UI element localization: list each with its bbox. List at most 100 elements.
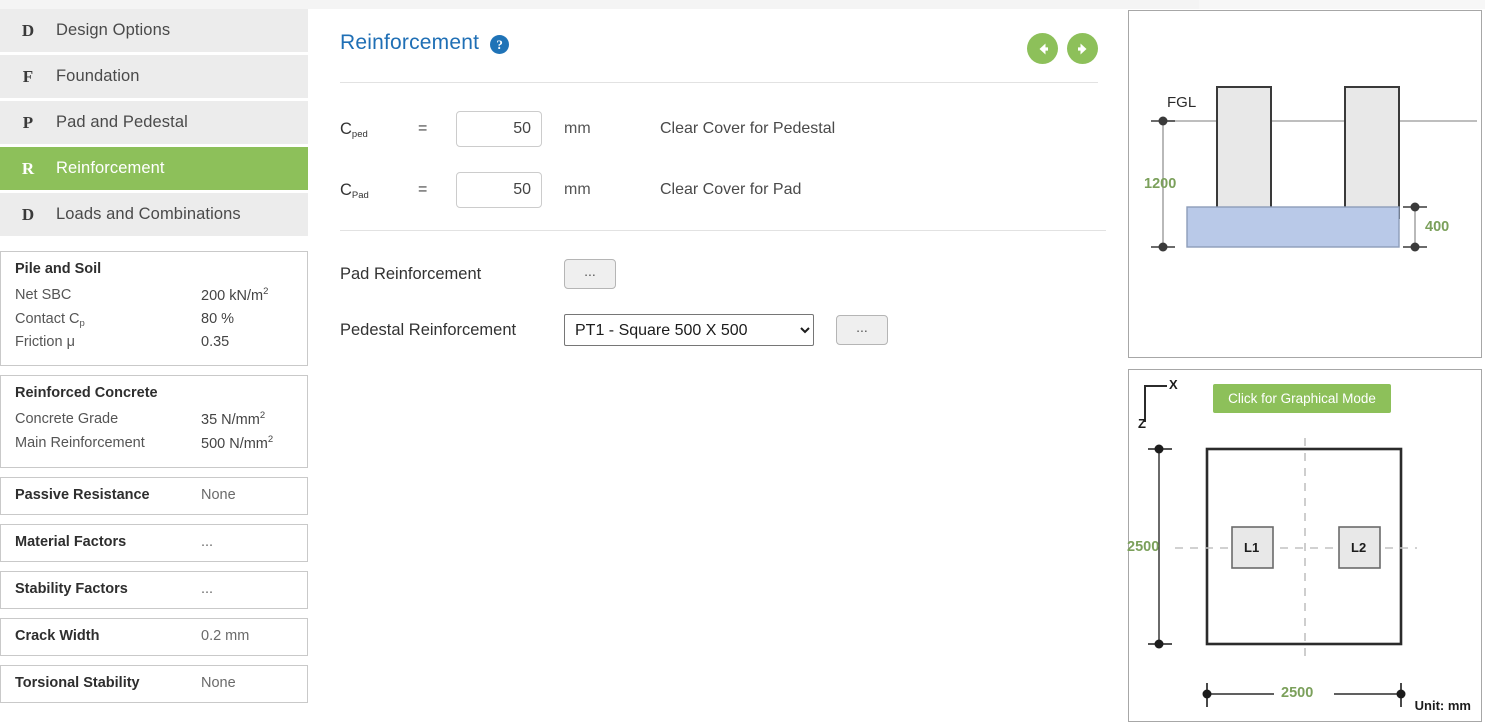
sidebar-item-label: Pad and Pedestal — [56, 113, 188, 131]
field-symbol: Cped — [340, 119, 368, 140]
unit-note: Unit: mm — [1414, 698, 1471, 713]
card-row-value: 200 kN/m2 — [201, 286, 269, 304]
sidebar-item-label: Reinforcement — [56, 159, 165, 177]
sidebar-item-label: Loads and Combinations — [56, 205, 241, 223]
page-title: Reinforcement — [340, 31, 480, 54]
card-passive-resistance[interactable]: Passive Resistance None — [0, 477, 308, 516]
sidebar-item-letter: P — [22, 112, 34, 132]
pedestal-reinforcement-label: Pedestal Reinforcement — [340, 320, 517, 339]
superscript: 2 — [259, 410, 266, 422]
card-value: None — [201, 487, 236, 504]
card-row-key: Main Reinforcement — [15, 435, 145, 452]
card-title: Pile and Soil — [15, 261, 102, 277]
sidebar-item-label: Foundation — [56, 67, 140, 85]
pad-reinforcement-options-button[interactable]: ... — [564, 259, 616, 289]
sidebar-item-design-options[interactable]: D Design Options — [0, 9, 308, 52]
sidebar-item-foundation[interactable]: F Foundation — [0, 55, 308, 98]
equals-sign: = — [418, 181, 428, 198]
pedestal-label-l1: L1 — [1244, 540, 1260, 555]
subscript: ped — [351, 128, 368, 140]
top-strip-right — [1199, 0, 1485, 9]
row-pedestal-reinforcement: Pedestal Reinforcement PT1 - Square 500 … — [340, 310, 1098, 350]
card-row-value: 80 % — [201, 311, 235, 328]
superscript: 2 — [267, 434, 274, 446]
card-row: Net SBC 200 kN/m2 — [15, 284, 293, 308]
card-row-key: Contact Cp — [15, 311, 85, 330]
axis-x-label: X — [1169, 377, 1178, 392]
pedestal-reinforcement-options-button[interactable]: ... — [836, 315, 888, 345]
card-value: None — [201, 675, 236, 692]
card-stability-factors[interactable]: Stability Factors ... — [0, 571, 308, 610]
sidebar-nav: D Design Options F Foundation P Pad and … — [0, 9, 308, 236]
plan-diagram[interactable]: X Z Click for Graphical Mode L1 L2 2500 … — [1127, 369, 1482, 722]
field-row-clear-cover-pad: CPad = mm Clear Cover for Pad — [340, 169, 1098, 211]
navigation-arrows — [1027, 33, 1098, 64]
card-row-key: Concrete Grade — [15, 411, 119, 428]
card-row: Contact Cp 80 % — [15, 308, 293, 331]
card-row-value: 35 N/mm2 — [201, 410, 266, 429]
sidebar-item-loads-and-combinations[interactable]: D Loads and Combinations — [0, 193, 308, 236]
plan-drawing — [1144, 385, 1417, 707]
row-pad-reinforcement: Pad Reinforcement ... — [340, 254, 1098, 294]
elevation-diagram[interactable]: FGL 1200 400 — [1128, 10, 1482, 358]
card-value: ... — [201, 581, 214, 598]
pedestal-reinforcement-select[interactable]: PT1 - Square 500 X 500 — [564, 314, 814, 346]
subscript: Pad — [351, 189, 369, 201]
card-row-key: Friction μ — [15, 334, 75, 351]
form-area: Cped = mm Clear Cover for Pedestal CPad … — [340, 83, 1106, 350]
arrow-right-circle-icon[interactable] — [1067, 33, 1098, 64]
card-inline-row: Crack Width 0.2 mm — [15, 628, 293, 644]
sidebar: D Design Options F Foundation P Pad and … — [0, 9, 308, 726]
main-header: Reinforcement ? — [340, 31, 1098, 83]
card-torsional-stability[interactable]: Torsional Stability None — [0, 665, 308, 704]
card-label: Crack Width — [15, 628, 100, 645]
sidebar-item-reinforcement[interactable]: R Reinforcement — [0, 147, 308, 190]
pedestal-height-dimension: 1200 — [1144, 176, 1177, 192]
pad-reinforcement-label: Pad Reinforcement — [340, 264, 482, 283]
arrow-left-circle-icon[interactable] — [1027, 33, 1058, 64]
card-row: Concrete Grade 35 N/mm2 — [15, 408, 293, 432]
diagram-column: FGL 1200 400 X Z Click for Graphical Mod… — [1127, 9, 1482, 722]
card-title: Reinforced Concrete — [15, 385, 158, 402]
field-description: Clear Cover for Pedestal — [660, 120, 836, 137]
clear-cover-pad-input[interactable] — [456, 172, 542, 208]
app-window: D Design Options F Foundation P Pad and … — [0, 0, 1485, 726]
section-divider — [340, 230, 1106, 231]
question-mark-icon[interactable]: ? — [490, 35, 510, 54]
equals-sign: = — [418, 120, 428, 137]
sidebar-item-label: Design Options — [56, 21, 171, 39]
graphical-mode-button[interactable]: Click for Graphical Mode — [1213, 384, 1391, 413]
sidebar-item-letter: F — [22, 66, 34, 86]
field-description: Clear Cover for Pad — [660, 181, 802, 198]
card-row-value: 0.35 — [201, 334, 230, 351]
clear-cover-pedestal-input[interactable] — [456, 111, 542, 147]
plan-height-dimension: 2500 — [1127, 539, 1160, 555]
elevation-drawing — [1151, 86, 1477, 252]
card-material-factors[interactable]: Material Factors ... — [0, 524, 308, 563]
card-row: Main Reinforcement 500 N/mm2 — [15, 432, 293, 456]
field-row-clear-cover-pedestal: Cped = mm Clear Cover for Pedestal — [340, 108, 1098, 150]
card-value: ... — [201, 534, 214, 551]
card-label: Passive Resistance — [15, 487, 150, 504]
card-crack-width[interactable]: Crack Width 0.2 mm — [0, 618, 308, 657]
sidebar-item-letter: D — [21, 20, 35, 40]
fgl-label: FGL — [1167, 94, 1197, 111]
sidebar-item-letter: R — [21, 158, 35, 178]
card-inline-row: Passive Resistance None — [15, 487, 293, 503]
pedestal-label-l2: L2 — [1351, 540, 1367, 555]
card-inline-row: Torsional Stability None — [15, 675, 293, 691]
card-row-key: Net SBC — [15, 287, 72, 303]
card-inline-row: Stability Factors ... — [15, 581, 293, 597]
pad-depth-dimension: 400 — [1425, 219, 1450, 235]
sidebar-item-pad-and-pedestal[interactable]: P Pad and Pedestal — [0, 101, 308, 144]
card-pile-and-soil[interactable]: Pile and Soil Net SBC 200 kN/m2 Contact … — [0, 251, 308, 367]
axis-z-label: Z — [1138, 416, 1146, 431]
card-row-value: 500 N/mm2 — [201, 434, 274, 453]
card-value: 0.2 mm — [201, 628, 250, 645]
field-unit: mm — [564, 181, 591, 198]
card-reinforced-concrete[interactable]: Reinforced Concrete Concrete Grade 35 N/… — [0, 375, 308, 469]
card-inline-row: Material Factors ... — [15, 534, 293, 550]
card-label: Material Factors — [15, 534, 127, 551]
plan-width-dimension: 2500 — [1281, 685, 1314, 701]
